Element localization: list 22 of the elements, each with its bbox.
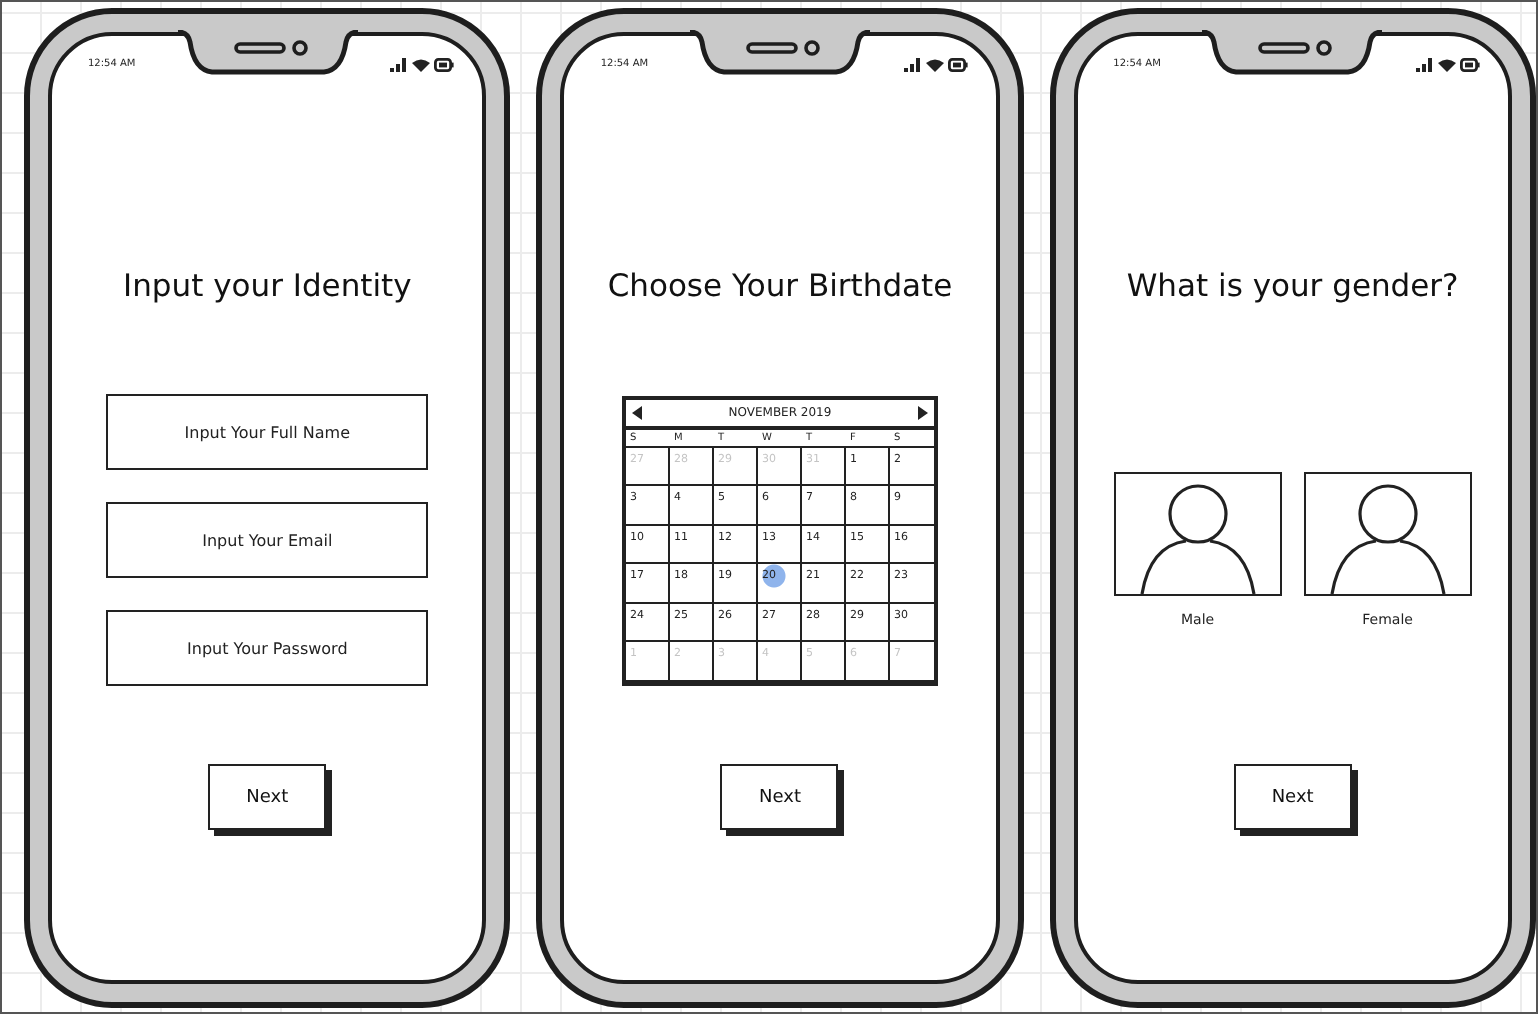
battery-icon (434, 57, 455, 71)
battery-icon (947, 57, 968, 71)
next-month-icon[interactable] (917, 405, 928, 419)
input-field[interactable]: Input Your Password (106, 610, 429, 686)
previous-month-icon[interactable] (631, 405, 642, 419)
wifi-icon (412, 57, 431, 71)
next-button[interactable]: Next (720, 764, 839, 830)
screen-title: Choose Your Birthdate (607, 268, 953, 304)
next-button[interactable]: Next (208, 764, 327, 830)
signal-icon (1415, 57, 1434, 71)
avatar-option[interactable] (1113, 472, 1282, 596)
screen-title: Input your Identity (123, 268, 412, 304)
signal-icon (903, 57, 922, 71)
input-field[interactable]: Input Your Email (106, 502, 429, 578)
battery-icon (1459, 57, 1480, 71)
wifi-icon (925, 57, 944, 71)
input-field[interactable]: Input Your Full Name (106, 394, 429, 470)
next-button[interactable]: Next (1233, 764, 1352, 830)
wifi-icon (1437, 57, 1456, 71)
signal-icon (390, 57, 409, 71)
screen-title: What is your gender? (1126, 268, 1459, 304)
avatar-option[interactable] (1303, 472, 1472, 596)
